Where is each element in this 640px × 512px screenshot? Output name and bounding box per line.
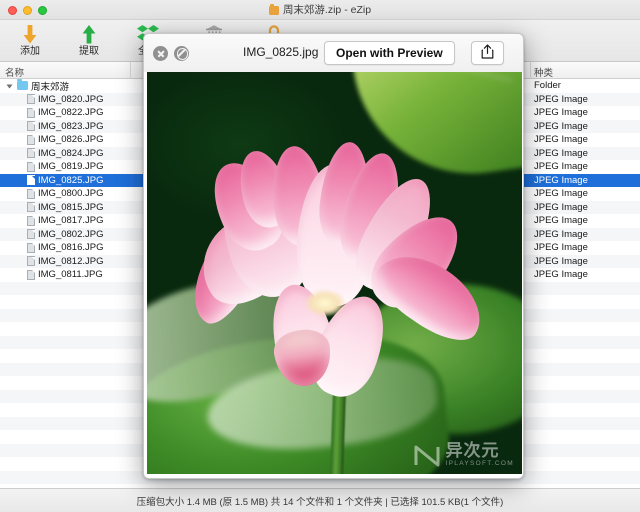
- share-export-icon: [481, 44, 494, 62]
- maximize-window-button[interactable]: [38, 6, 47, 15]
- quick-look-body: 异次元 IPLAYSOFT.COM: [144, 72, 523, 478]
- cell-file-kind: JPEG Image: [534, 269, 588, 281]
- cell-file-kind: JPEG Image: [534, 93, 588, 105]
- jpeg-document-icon: [27, 161, 35, 172]
- open-with-preview-button[interactable]: Open with Preview: [324, 41, 455, 65]
- chevron-down-icon[interactable]: [6, 82, 14, 90]
- jpeg-document-icon: [27, 215, 35, 226]
- share-button[interactable]: [471, 41, 504, 65]
- quick-look-header: IMG_0825.jpg Open with Preview: [144, 34, 523, 72]
- cell-file-kind: JPEG Image: [534, 174, 588, 186]
- up-arrow-extract-icon: [79, 23, 99, 45]
- flower-center-glow: [305, 290, 345, 316]
- file-name-label: IMG_0811.JPG: [38, 269, 103, 281]
- cell-file-kind: JPEG Image: [534, 188, 588, 200]
- file-name-label: IMG_0823.JPG: [38, 120, 104, 132]
- status-text: 压缩包大小 1.4 MB (原 1.5 MB) 共 14 个文件和 1 个文件夹…: [136, 496, 504, 508]
- jpeg-document-icon: [27, 148, 35, 159]
- file-name-label: IMG_0824.JPG: [38, 147, 104, 159]
- column-header-kind[interactable]: 种类: [534, 65, 553, 79]
- n-mark-logo: [413, 442, 441, 468]
- file-name-label: IMG_0812.JPG: [38, 255, 104, 267]
- file-name-label: IMG_0822.JPG: [38, 107, 104, 119]
- file-name-label: IMG_0816.JPG: [38, 242, 104, 254]
- file-name-label: 周末郊游: [31, 81, 70, 93]
- quick-look-filename: IMG_0825.jpg: [243, 45, 319, 59]
- jpeg-document-icon: [27, 94, 35, 105]
- quick-look-panel: IMG_0825.jpg Open with Preview 异次元 IPLAY…: [143, 33, 524, 479]
- cell-file-kind: JPEG Image: [534, 215, 588, 227]
- column-divider-1[interactable]: [130, 62, 131, 79]
- watermark-cn: 异次元: [445, 441, 500, 460]
- jpeg-document-icon: [27, 188, 35, 199]
- ezip-window: 周末郊游.zip - eZip 添加 提取 名称 种类 周末郊游 Folder …: [0, 0, 640, 512]
- cell-file-kind: JPEG Image: [534, 161, 588, 173]
- window-title-text: 周末郊游.zip - eZip: [282, 4, 372, 16]
- folder-icon: [17, 79, 28, 91]
- file-name-label: IMG_0820.JPG: [38, 93, 104, 105]
- jpeg-document-icon: [27, 256, 35, 267]
- cell-file-kind: JPEG Image: [534, 147, 588, 159]
- title-bar: 周末郊游.zip - eZip: [0, 0, 640, 20]
- cell-file-kind: JPEG Image: [534, 242, 588, 254]
- toolbar-label-add: 添加: [20, 46, 40, 57]
- window-traffic-lights: [8, 6, 47, 15]
- file-name-label: IMG_0817.JPG: [38, 215, 104, 227]
- cell-file-kind: Folder: [534, 80, 561, 92]
- file-name-label: IMG_0800.JPG: [38, 188, 104, 200]
- cell-file-kind: JPEG Image: [534, 255, 588, 267]
- jpeg-document-icon: [27, 107, 35, 118]
- jpeg-document-icon: [27, 269, 35, 280]
- toolbar-button-extract[interactable]: 提取: [61, 23, 117, 58]
- toolbar-label-extract: 提取: [79, 46, 99, 57]
- close-circle-icon[interactable]: [153, 45, 168, 61]
- file-name-label: IMG_0815.JPG: [38, 201, 104, 213]
- file-name-label: IMG_0825.JPG: [38, 174, 104, 186]
- watermark-en: IPLAYSOFT.COM: [445, 460, 514, 467]
- zip-archive-icon: [268, 4, 279, 15]
- cell-file-kind: JPEG Image: [534, 228, 588, 240]
- toolbar-button-add[interactable]: 添加: [2, 23, 58, 58]
- file-name-label: IMG_0802.JPG: [38, 228, 104, 240]
- watermark: 异次元 IPLAYSOFT.COM: [413, 442, 514, 468]
- cell-file-kind: JPEG Image: [534, 201, 588, 213]
- window-title: 周末郊游.zip - eZip: [0, 2, 640, 17]
- jpeg-document-icon: [27, 229, 35, 240]
- column-header-name[interactable]: 名称: [5, 65, 24, 79]
- jpeg-document-icon: [27, 202, 35, 213]
- jpeg-document-icon: [27, 134, 35, 145]
- minimize-window-button[interactable]: [23, 6, 32, 15]
- file-name-label: IMG_0826.JPG: [38, 134, 104, 146]
- watermark-text: 异次元 IPLAYSOFT.COM: [446, 442, 514, 468]
- status-bar: 压缩包大小 1.4 MB (原 1.5 MB) 共 14 个文件和 1 个文件夹…: [0, 488, 640, 512]
- cell-file-kind: JPEG Image: [534, 120, 588, 132]
- jpeg-document-icon: [27, 242, 35, 253]
- cell-file-kind: JPEG Image: [534, 107, 588, 119]
- close-window-button[interactable]: [8, 6, 17, 15]
- lotus-flower: [169, 134, 496, 406]
- jpeg-document-icon: [27, 121, 35, 132]
- cell-file-kind: JPEG Image: [534, 134, 588, 146]
- no-entry-circle-icon[interactable]: [174, 45, 189, 61]
- column-divider-3[interactable]: [530, 62, 531, 79]
- preview-image-lotus: 异次元 IPLAYSOFT.COM: [147, 72, 522, 474]
- down-arrow-add-icon: [20, 23, 40, 45]
- jpeg-document-icon: [27, 175, 35, 186]
- file-name-label: IMG_0819.JPG: [38, 161, 104, 173]
